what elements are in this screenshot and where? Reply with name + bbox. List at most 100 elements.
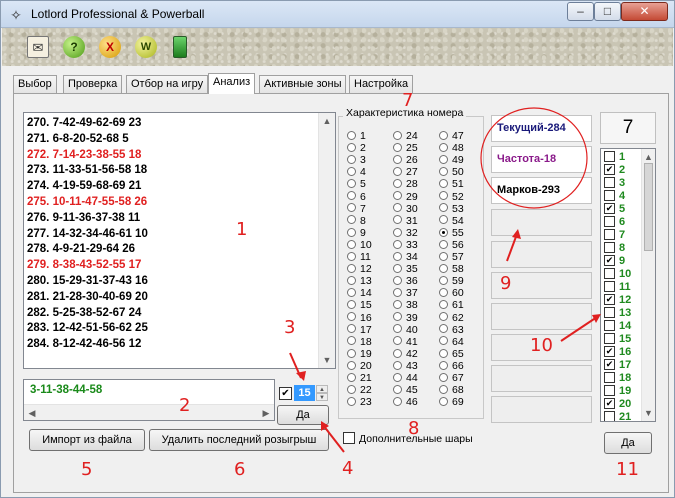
number-checkbox[interactable]	[604, 306, 615, 318]
number-radio[interactable]: 65	[439, 348, 479, 360]
number-radio[interactable]: 14	[347, 287, 387, 299]
draw-row[interactable]: 271. 6-8-20-52-68 5	[27, 132, 317, 148]
number-radio[interactable]: 20	[347, 360, 387, 372]
number-checkbox[interactable]: ✔	[604, 358, 615, 370]
help-icon[interactable]: ?	[63, 36, 85, 58]
tab-choice[interactable]: Выбор	[13, 75, 57, 93]
number-check-item[interactable]: 21	[604, 410, 631, 421]
draw-row[interactable]: 283. 12-42-51-56-62 25	[27, 321, 317, 337]
number-checkbox[interactable]	[604, 267, 615, 279]
number-radio[interactable]: 33	[393, 239, 433, 251]
number-radio[interactable]: 30	[393, 203, 433, 215]
number-radio[interactable]: 53	[439, 203, 479, 215]
number-check-item[interactable]: 14	[604, 319, 631, 333]
number-radio[interactable]: 43	[393, 360, 433, 372]
number-radio[interactable]: 8	[347, 215, 387, 227]
scroll-down-icon[interactable]: ▼	[642, 405, 655, 421]
number-checkbox[interactable]	[604, 384, 615, 396]
number-check-item[interactable]: ✔ 16	[604, 345, 631, 359]
number-check-item[interactable]: ✔ 12	[604, 293, 631, 307]
number-radio[interactable]: 24	[393, 130, 433, 142]
number-checkbox[interactable]: ✔	[604, 293, 615, 305]
number-check-item[interactable]: 8	[604, 241, 625, 255]
number-radio[interactable]: 29	[393, 191, 433, 203]
number-check-item[interactable]: ✔ 17	[604, 358, 631, 372]
number-radio[interactable]: 59	[439, 275, 479, 287]
number-radio[interactable]: 1	[347, 130, 387, 142]
number-checkbox[interactable]	[604, 176, 615, 188]
number-check-item[interactable]: 13	[604, 306, 631, 320]
number-checkbox[interactable]	[604, 215, 615, 227]
number-radio[interactable]: 32	[393, 227, 433, 239]
maximize-button[interactable]: □	[594, 2, 621, 21]
scroll-down-icon[interactable]: ▼	[319, 352, 335, 368]
draw-count-checkbox[interactable]: ✔	[279, 387, 292, 400]
number-radio[interactable]: 34	[393, 251, 433, 263]
number-check-item[interactable]: ✔ 2	[604, 163, 625, 177]
draw-entry-field[interactable]: 3-11-38-44-58 ◀ ▶	[23, 379, 275, 421]
number-radio[interactable]: 19	[347, 348, 387, 360]
number-check-item[interactable]: 6	[604, 215, 625, 229]
number-radio[interactable]: 52	[439, 191, 479, 203]
close-button[interactable]: ✕	[621, 2, 668, 21]
tab-active-zones[interactable]: Активные зоны	[259, 75, 347, 93]
number-radio[interactable]: 23	[347, 396, 387, 408]
cancel-icon[interactable]: X	[99, 36, 121, 58]
number-radio[interactable]: 27	[393, 166, 433, 178]
envelope-icon[interactable]: ✉	[27, 36, 49, 58]
number-radio[interactable]: 36	[393, 275, 433, 287]
draw-row[interactable]: 272. 7-14-23-38-55 18	[27, 148, 317, 164]
number-radio[interactable]: 21	[347, 372, 387, 384]
draw-row[interactable]: 273. 11-33-51-56-58 18	[27, 163, 317, 179]
number-radio[interactable]: 44	[393, 372, 433, 384]
number-checkbox[interactable]	[604, 189, 615, 201]
number-checklist[interactable]: 1 ✔ 2 3 4 ✔ 5 6 7 8 ✔ 9 10 11 ✔ 12 13 14 15 ✔ 16 ✔ 17 18 19 ✔ 20 21…	[600, 148, 656, 422]
number-radio[interactable]: 46	[393, 396, 433, 408]
draw-count-stepper[interactable]: ▲ ▼	[316, 385, 328, 401]
number-checkbox[interactable]	[604, 332, 615, 344]
number-check-item[interactable]: 19	[604, 384, 631, 398]
tab-analysis[interactable]: Анализ	[208, 73, 256, 94]
draw-row[interactable]: 282. 5-25-38-52-67 24	[27, 306, 317, 322]
number-radio[interactable]: 51	[439, 178, 479, 190]
draw-row[interactable]: 270. 7-42-49-62-69 23	[27, 116, 317, 132]
number-radio[interactable]: 49	[439, 154, 479, 166]
number-radio[interactable]: 69	[439, 396, 479, 408]
number-checkbox[interactable]: ✔	[604, 202, 615, 214]
number-check-item[interactable]: 7	[604, 228, 625, 242]
number-radio[interactable]: 4	[347, 166, 387, 178]
number-radio[interactable]: 11	[347, 251, 387, 263]
tab-selection[interactable]: Отбор на игру	[126, 75, 209, 93]
number-radio[interactable]: 15	[347, 299, 387, 311]
number-radio[interactable]: 3	[347, 154, 387, 166]
number-checkbox[interactable]: ✔	[604, 163, 615, 175]
apply-count-button[interactable]: Да	[277, 405, 329, 425]
number-check-item[interactable]: ✔ 20	[604, 397, 631, 411]
number-radio[interactable]: 22	[347, 384, 387, 396]
number-radio[interactable]: 55	[439, 227, 479, 239]
number-radio[interactable]: 12	[347, 263, 387, 275]
spin-up-icon[interactable]: ▲	[316, 385, 328, 393]
number-radio[interactable]: 37	[393, 287, 433, 299]
number-radio[interactable]: 68	[439, 384, 479, 396]
number-check-item[interactable]: 1	[604, 150, 625, 164]
number-checkbox[interactable]: ✔	[604, 397, 615, 409]
number-radio[interactable]: 7	[347, 203, 387, 215]
draw-row[interactable]: 277. 14-32-34-46-61 10	[27, 227, 317, 243]
number-check-item[interactable]: 15	[604, 332, 631, 346]
draw-row[interactable]: 279. 8-38-43-52-55 17	[27, 258, 317, 274]
minimize-button[interactable]: –	[567, 2, 594, 21]
number-radio[interactable]: 50	[439, 166, 479, 178]
number-radio[interactable]: 6	[347, 191, 387, 203]
number-radio[interactable]: 66	[439, 360, 479, 372]
number-radio[interactable]: 60	[439, 287, 479, 299]
number-radio[interactable]: 56	[439, 239, 479, 251]
number-radio[interactable]: 38	[393, 299, 433, 311]
draw-count-value[interactable]: 15	[294, 385, 315, 401]
apply-numbers-button[interactable]: Да	[604, 432, 652, 454]
number-radio[interactable]: 48	[439, 142, 479, 154]
number-radio[interactable]: 5	[347, 178, 387, 190]
number-checkbox[interactable]	[604, 228, 615, 240]
draw-row[interactable]: 278. 4-9-21-29-64 26	[27, 242, 317, 258]
number-radio[interactable]: 63	[439, 324, 479, 336]
